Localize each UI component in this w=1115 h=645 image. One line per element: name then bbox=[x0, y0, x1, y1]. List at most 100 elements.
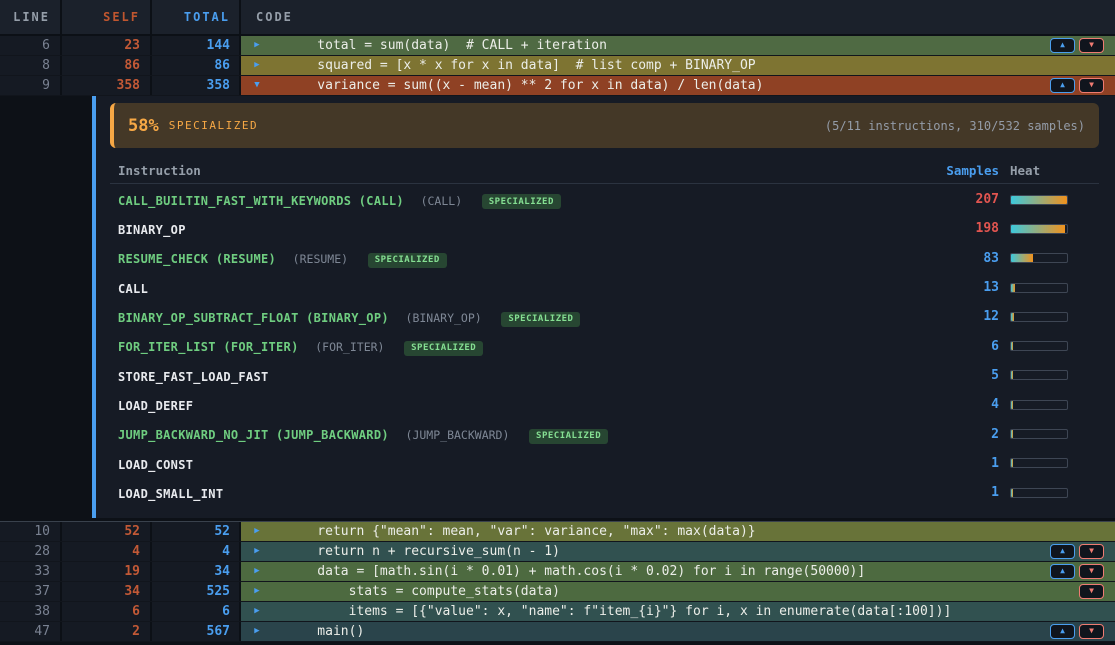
line-number: 9 bbox=[0, 76, 62, 95]
code-row: 38 6 6 ▶ items = [{"value": x, "name": f… bbox=[0, 602, 1115, 622]
jump-up-button[interactable]: ▲ bbox=[1050, 78, 1075, 93]
instruction-name: CALL_BUILTIN_FAST_WITH_KEYWORDS (CALL) bbox=[118, 194, 404, 208]
column-header-instruction: Instruction bbox=[110, 163, 879, 178]
self-samples: 52 bbox=[62, 522, 152, 541]
code-cell[interactable]: ▶ data = [math.sin(i * 0.01) + math.cos(… bbox=[241, 562, 1115, 581]
line-number: 38 bbox=[0, 602, 62, 621]
jump-up-button[interactable]: ▲ bbox=[1050, 38, 1075, 53]
code-row: 47 2 567 ▶ main() ▲ ▼ bbox=[0, 622, 1115, 642]
line-number: 10 bbox=[0, 522, 62, 541]
self-samples: 19 bbox=[62, 562, 152, 581]
code-row: 8 86 86 ▶ squared = [x * x for x in data… bbox=[0, 56, 1115, 76]
self-samples: 4 bbox=[62, 542, 152, 561]
instruction-name-cell: RESUME_CHECK (RESUME) (RESUME) SPECIALIZ… bbox=[110, 248, 879, 268]
code-row: 33 19 34 ▶ data = [math.sin(i * 0.01) + … bbox=[0, 562, 1115, 582]
jump-down-button[interactable]: ▼ bbox=[1079, 78, 1104, 93]
expand-arrow-icon[interactable]: ▶ bbox=[250, 602, 264, 621]
specialized-badge: SPECIALIZED bbox=[482, 194, 561, 209]
jump-up-button[interactable]: ▲ bbox=[1050, 544, 1075, 559]
instruction-name-cell: JUMP_BACKWARD_NO_JIT (JUMP_BACKWARD) (JU… bbox=[110, 424, 879, 444]
expand-arrow-icon[interactable]: ▶ bbox=[250, 36, 264, 55]
instruction-base-name: (BINARY_OP) bbox=[406, 311, 482, 325]
code-cell[interactable]: ▶ squared = [x * x for x in data] # list… bbox=[241, 56, 1115, 75]
heat-bar-fill bbox=[1011, 459, 1013, 467]
code-cell[interactable]: ▶ main() ▲ ▼ bbox=[241, 622, 1115, 641]
specialized-stats: (5/11 instructions, 310/532 samples) bbox=[825, 119, 1085, 133]
jump-down-button[interactable]: ▼ bbox=[1079, 544, 1104, 559]
instruction-samples: 83 bbox=[879, 251, 999, 266]
total-samples: 358 bbox=[152, 76, 241, 95]
jump-down-button[interactable]: ▼ bbox=[1079, 564, 1104, 579]
instruction-samples: 2 bbox=[879, 427, 999, 442]
code-cell[interactable]: ▶ return {"mean": mean, "var": variance,… bbox=[241, 522, 1115, 541]
instruction-base-name: (FOR_ITER) bbox=[315, 340, 384, 354]
instruction-samples: 198 bbox=[879, 221, 999, 236]
expand-arrow-icon[interactable]: ▶ bbox=[250, 562, 264, 581]
instruction-name-cell: CALL_BUILTIN_FAST_WITH_KEYWORDS (CALL) (… bbox=[110, 190, 879, 210]
specialized-badge: SPECIALIZED bbox=[368, 253, 447, 268]
instruction-name-cell: LOAD_CONST bbox=[110, 454, 879, 473]
code-cell[interactable]: ▼ variance = sum((x - mean) ** 2 for x i… bbox=[241, 76, 1115, 95]
code-row: 6 23 144 ▶ total = sum(data) # CALL + it… bbox=[0, 36, 1115, 56]
instruction-name: BINARY_OP_SUBTRACT_FLOAT (BINARY_OP) bbox=[118, 311, 389, 325]
instruction-name-cell: STORE_FAST_LOAD_FAST bbox=[110, 366, 879, 385]
jump-down-button[interactable]: ▼ bbox=[1079, 624, 1104, 639]
total-samples: 34 bbox=[152, 562, 241, 581]
instruction-name: LOAD_DEREF bbox=[118, 399, 193, 413]
heat-bar bbox=[1010, 224, 1068, 234]
specialized-badge: SPECIALIZED bbox=[501, 312, 580, 327]
expand-arrow-icon[interactable]: ▶ bbox=[250, 522, 264, 541]
code-cell[interactable]: ▶ items = [{"value": x, "name": f"item_{… bbox=[241, 602, 1115, 621]
instruction-row: BINARY_OP 198 bbox=[110, 214, 1099, 243]
instruction-samples: 5 bbox=[879, 368, 999, 383]
total-samples: 52 bbox=[152, 522, 241, 541]
heat-bar bbox=[1010, 370, 1068, 380]
jump-up-button[interactable]: ▲ bbox=[1050, 624, 1075, 639]
line-number: 8 bbox=[0, 56, 62, 75]
jump-up-button[interactable]: ▲ bbox=[1050, 564, 1075, 579]
instruction-samples: 12 bbox=[879, 309, 999, 324]
instruction-rows: CALL_BUILTIN_FAST_WITH_KEYWORDS (CALL) (… bbox=[110, 185, 1099, 507]
instruction-table-header: Instruction Samples Heat bbox=[110, 157, 1099, 184]
jump-down-button[interactable]: ▼ bbox=[1079, 38, 1104, 53]
instruction-name-cell: BINARY_OP bbox=[110, 219, 879, 238]
heat-bar bbox=[1010, 253, 1068, 263]
instruction-row: RESUME_CHECK (RESUME) (RESUME) SPECIALIZ… bbox=[110, 244, 1099, 273]
column-header-total: TOTAL bbox=[152, 0, 241, 34]
heat-bar bbox=[1010, 312, 1068, 322]
instruction-name-cell: FOR_ITER_LIST (FOR_ITER) (FOR_ITER) SPEC… bbox=[110, 336, 879, 356]
expand-arrow-icon[interactable]: ▼ bbox=[250, 76, 264, 95]
expand-arrow-icon[interactable]: ▶ bbox=[250, 542, 264, 561]
code-cell[interactable]: ▶ return n + recursive_sum(n - 1) ▲ ▼ bbox=[241, 542, 1115, 561]
heat-bar-fill bbox=[1011, 342, 1013, 350]
code-text: variance = sum((x - mean) ** 2 for x in … bbox=[286, 76, 763, 95]
line-number: 33 bbox=[0, 562, 62, 581]
heat-bar-fill bbox=[1011, 489, 1013, 497]
row-nav-buttons: ▲ ▼ bbox=[1050, 544, 1104, 559]
total-samples: 6 bbox=[152, 602, 241, 621]
code-text: return n + recursive_sum(n - 1) bbox=[286, 542, 560, 561]
line-number: 6 bbox=[0, 36, 62, 55]
code-cell[interactable]: ▶ stats = compute_stats(data) ▲ ▼ bbox=[241, 582, 1115, 601]
self-samples: 23 bbox=[62, 36, 152, 55]
expand-arrow-icon[interactable]: ▶ bbox=[250, 582, 264, 601]
instruction-samples: 207 bbox=[879, 192, 999, 207]
table-header: LINE SELF TOTAL CODE bbox=[0, 0, 1115, 36]
code-rows-top: 6 23 144 ▶ total = sum(data) # CALL + it… bbox=[0, 36, 1115, 96]
row-nav-buttons: ▲ ▼ bbox=[1050, 78, 1104, 93]
self-samples: 2 bbox=[62, 622, 152, 641]
self-samples: 86 bbox=[62, 56, 152, 75]
row-nav-buttons: ▲ ▼ bbox=[1079, 584, 1104, 599]
column-header-heat: Heat bbox=[1010, 163, 1068, 178]
instruction-samples: 1 bbox=[879, 456, 999, 471]
specialization-panel: 58% SPECIALIZED (5/11 instructions, 310/… bbox=[0, 96, 1115, 521]
code-cell[interactable]: ▶ total = sum(data) # CALL + iteration ▲… bbox=[241, 36, 1115, 55]
jump-down-button[interactable]: ▼ bbox=[1079, 584, 1104, 599]
heat-bar bbox=[1010, 488, 1068, 498]
expand-arrow-icon[interactable]: ▶ bbox=[250, 622, 264, 641]
heat-bar-fill bbox=[1011, 401, 1013, 409]
expand-arrow-icon[interactable]: ▶ bbox=[250, 56, 264, 75]
row-nav-buttons: ▲ ▼ bbox=[1050, 564, 1104, 579]
code-text: return {"mean": mean, "var": variance, "… bbox=[286, 522, 756, 541]
instruction-name: BINARY_OP bbox=[118, 223, 186, 237]
